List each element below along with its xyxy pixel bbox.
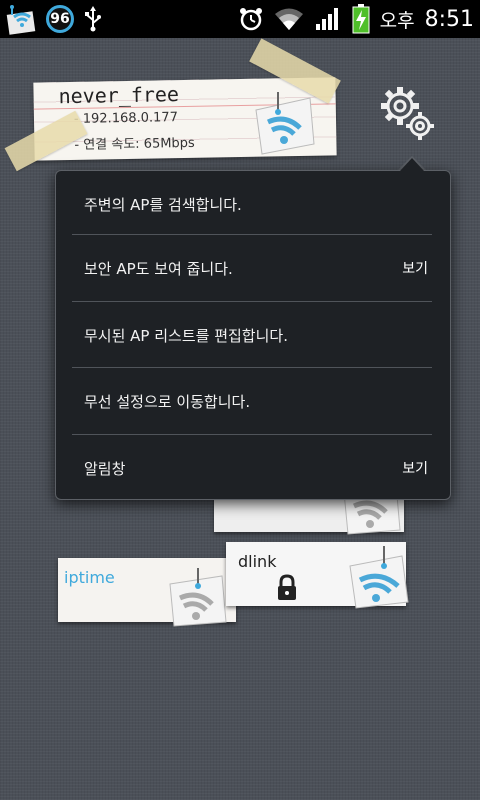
menu-item-show-secured-ap[interactable]: 보안 AP도 보여 줍니다. 보기 <box>72 235 432 301</box>
menu-item-value: 보기 <box>402 261 428 277</box>
settings-gear-icon[interactable] <box>378 84 436 142</box>
current-ip: - 192.168.0.177 <box>73 110 179 127</box>
usb-icon <box>85 6 101 32</box>
wifi-signal-icon <box>274 8 303 30</box>
status-bar-left: 96 <box>6 2 104 36</box>
wifi-strength-icon <box>349 546 409 609</box>
menu-item-label: 보안 AP도 보여 줍니다. <box>84 259 233 278</box>
cell-signal-icon <box>315 8 338 30</box>
menu-item-scan-ap[interactable]: 주변의 AP를 검색합니다. <box>72 171 432 237</box>
ap-name: iptime <box>64 568 115 587</box>
menu-item-label: 무시된 AP 리스트를 편집합니다. <box>84 326 288 345</box>
notification-count-badge: 96 <box>46 5 74 33</box>
menu-item-label: 무선 설정으로 이동합니다. <box>84 392 251 411</box>
menu-item-notification-bar[interactable]: 알림창 보기 <box>72 435 432 501</box>
menu-item-edit-ignored-list[interactable]: 무시된 AP 리스트를 편집합니다. <box>72 302 432 368</box>
time-ampm: 오후 <box>379 9 415 32</box>
menu-pointer-inner <box>400 158 424 171</box>
lock-icon <box>278 574 296 600</box>
menu-item-label: 주변의 AP를 검색합니다. <box>84 195 242 214</box>
wifi-strength-icon <box>255 92 315 155</box>
status-bar: 96 오후 8:51 <box>0 0 480 38</box>
clock: 8:51 <box>424 6 474 32</box>
current-ssid: never_free <box>58 82 180 109</box>
current-link-speed: - 연결 속도: 65Mbps <box>74 135 195 153</box>
wifi-scanner-app-icon <box>6 5 36 35</box>
wifi-strength-icon <box>169 568 227 627</box>
battery-charging-icon <box>352 4 370 34</box>
menu-item-wireless-settings[interactable]: 무선 설정으로 이동합니다. <box>72 368 432 434</box>
status-bar-right: 오후 8:51 <box>238 0 474 38</box>
alarm-icon <box>239 8 262 31</box>
menu-item-value: 보기 <box>402 461 428 477</box>
menu-item-label: 알림창 <box>84 459 126 478</box>
ap-name: dlink <box>238 552 277 571</box>
options-menu: 주변의 AP를 검색합니다. 보안 AP도 보여 줍니다. 보기 무시된 AP … <box>55 170 451 500</box>
